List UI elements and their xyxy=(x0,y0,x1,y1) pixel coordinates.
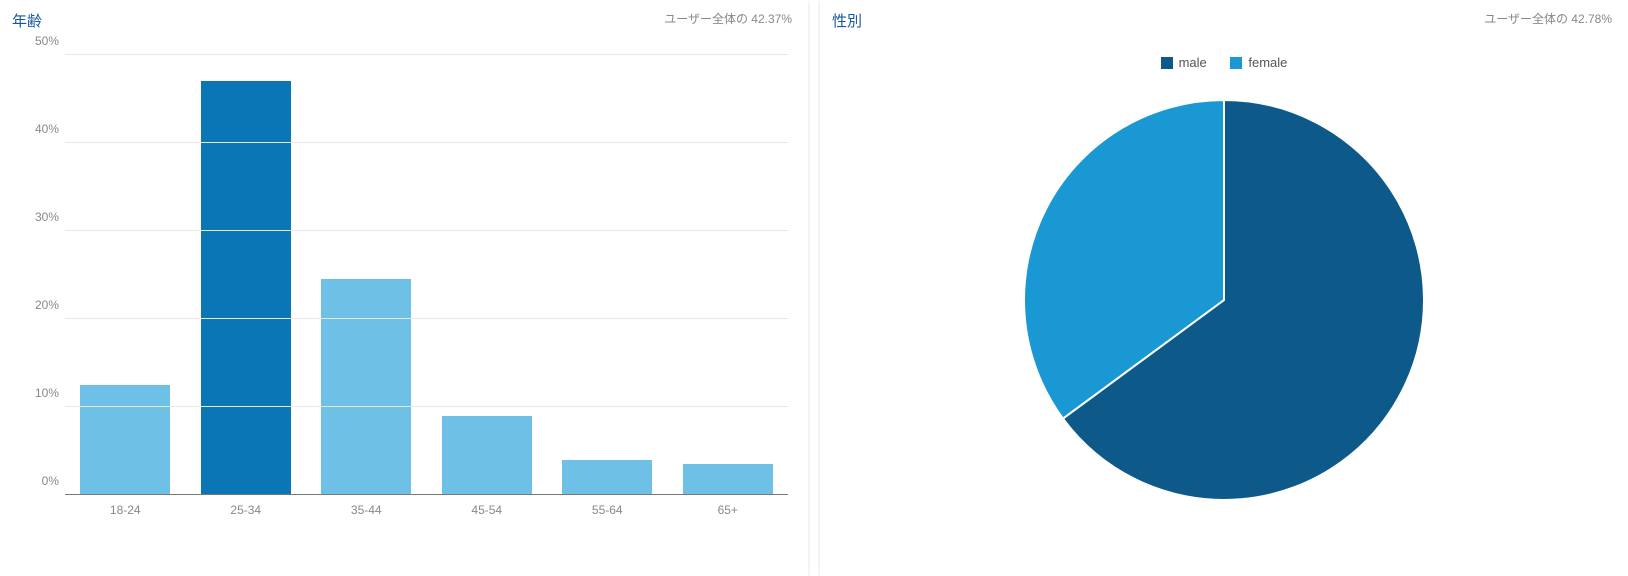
dashboard: 年齢 ユーザー全体の 42.37% 18-2425-3435-4445-5455… xyxy=(0,0,1628,576)
bar[interactable] xyxy=(201,81,291,495)
pie-label-female: 35.1% xyxy=(1024,100,1424,500)
xtick-label: 18-24 xyxy=(65,503,186,517)
xtick-label: 45-54 xyxy=(427,503,548,517)
ytick-label: 40% xyxy=(15,122,59,136)
legend-item-male: male xyxy=(1161,55,1207,70)
gender-card-subtitle: ユーザー全体の 42.78% xyxy=(1484,10,1612,27)
bar-plot-area: 18-2425-3435-4445-5455-6465+ 0%10%20%30%… xyxy=(65,55,788,495)
gender-card-header: 性別 ユーザー全体の 42.78% xyxy=(820,0,1628,35)
legend-label-female: female xyxy=(1248,55,1287,70)
bar[interactable] xyxy=(321,279,411,495)
ytick-label: 0% xyxy=(15,474,59,488)
bar[interactable] xyxy=(562,460,652,495)
gender-card-title: 性別 xyxy=(832,10,862,31)
bar-slot xyxy=(668,55,789,495)
age-card-title: 年齢 xyxy=(12,10,42,31)
pie-wrap: 64.9%35.1% xyxy=(1024,100,1424,500)
ytick-label: 10% xyxy=(15,386,59,400)
swatch-male xyxy=(1161,57,1173,69)
legend-label-male: male xyxy=(1179,55,1207,70)
bar[interactable] xyxy=(80,385,170,495)
bar-slot xyxy=(547,55,668,495)
gender-card: 性別 ユーザー全体の 42.78% male female 64.9%35.1% xyxy=(820,0,1628,576)
ytick-label: 30% xyxy=(15,210,59,224)
gridline xyxy=(65,230,788,231)
swatch-female xyxy=(1230,57,1242,69)
gridline xyxy=(65,54,788,55)
bar[interactable] xyxy=(442,416,532,495)
ytick-label: 20% xyxy=(15,298,59,312)
gridline xyxy=(65,318,788,319)
xtick-label: 35-44 xyxy=(306,503,427,517)
bar-slot xyxy=(427,55,548,495)
gender-chart: male female 64.9%35.1% xyxy=(820,35,1628,555)
bar-series xyxy=(65,55,788,495)
age-card: 年齢 ユーザー全体の 42.37% 18-2425-3435-4445-5455… xyxy=(0,0,808,576)
bar-xlabels: 18-2425-3435-4445-5455-6465+ xyxy=(65,495,788,517)
pie-svg: 64.9%35.1% xyxy=(1024,100,1424,500)
bar-slot xyxy=(306,55,427,495)
xtick-label: 25-34 xyxy=(186,503,307,517)
gridline xyxy=(65,142,788,143)
gridline xyxy=(65,406,788,407)
xtick-label: 65+ xyxy=(668,503,789,517)
xtick-label: 55-64 xyxy=(547,503,668,517)
ytick-label: 50% xyxy=(15,34,59,48)
age-card-header: 年齢 ユーザー全体の 42.37% xyxy=(0,0,808,35)
pie-legend: male female xyxy=(820,55,1628,72)
bar-slot xyxy=(186,55,307,495)
age-card-subtitle: ユーザー全体の 42.37% xyxy=(664,10,792,27)
bar[interactable] xyxy=(683,464,773,495)
age-chart: 18-2425-3435-4445-5455-6465+ 0% 10% 20% 30%… xyxy=(0,35,808,555)
bar-slot xyxy=(65,55,186,495)
legend-item-female: female xyxy=(1230,55,1287,70)
